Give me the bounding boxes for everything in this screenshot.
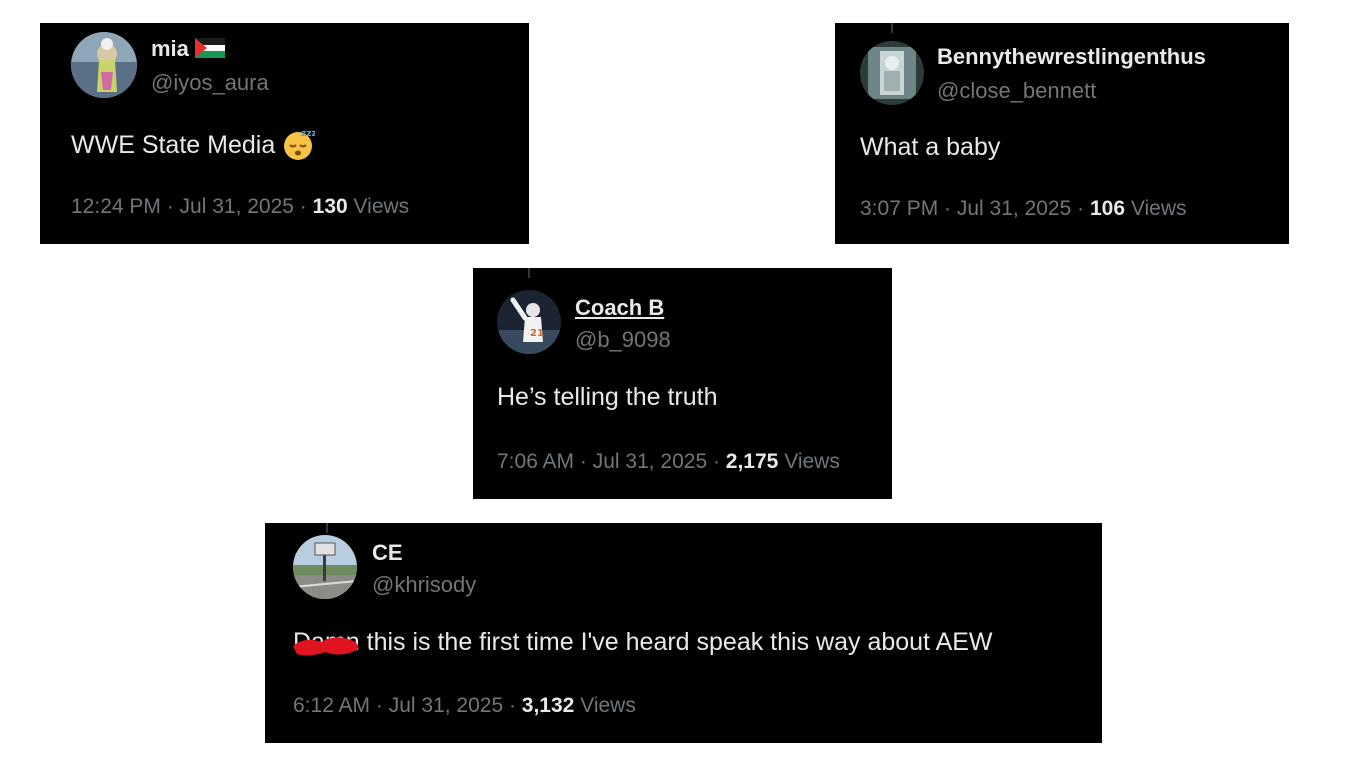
tweet-timestamp[interactable]: 7:06 AM · Jul 31, 2025 · 2,175 Views <box>497 450 840 474</box>
tweet-text: Damn this is the first time I've heard s… <box>293 628 993 657</box>
tweet-text: What a baby <box>860 133 1001 161</box>
tweet-card-benny[interactable]: Bennythewrestlingenthus @close_bennett W… <box>835 23 1289 244</box>
tweet-text: WWE State Media zzz <box>71 127 317 161</box>
user-handle[interactable]: @khrisody <box>372 572 476 598</box>
palestine-flag-icon <box>194 38 225 58</box>
user-handle[interactable]: @iyos_aura <box>151 70 269 96</box>
display-name[interactable]: CE <box>372 540 403 566</box>
avatar[interactable] <box>293 535 357 599</box>
svg-text:zzz: zzz <box>301 129 315 139</box>
tweet-card-mia[interactable]: mia @iyos_aura WWE State Media zzz 12:24 … <box>40 23 529 244</box>
tweet-card-coach-b[interactable]: 21 Coach B @b_9098 He’s telling the trut… <box>473 268 892 499</box>
tweet-card-ce[interactable]: CE @khrisody Damn this is the first time… <box>265 523 1102 743</box>
display-name[interactable]: Bennythewrestlingenthus <box>937 44 1206 70</box>
avatar[interactable] <box>860 41 924 105</box>
tweet-timestamp[interactable]: 3:07 PM · Jul 31, 2025 · 106 Views <box>860 197 1187 221</box>
thread-line <box>891 23 893 33</box>
user-handle[interactable]: @b_9098 <box>575 327 671 353</box>
tweet-text: He’s telling the truth <box>497 383 718 411</box>
avatar[interactable]: 21 <box>497 290 561 354</box>
svg-text:21: 21 <box>530 328 544 339</box>
tweet-timestamp[interactable]: 6:12 AM · Jul 31, 2025 · 3,132 Views <box>293 694 636 718</box>
display-name[interactable]: Coach B <box>575 295 664 321</box>
avatar[interactable] <box>71 32 137 98</box>
sleeping-face-icon: zzz <box>281 127 317 161</box>
redaction-scribble <box>291 632 363 658</box>
display-name[interactable]: mia <box>151 36 225 62</box>
thread-line <box>326 523 328 533</box>
tweet-timestamp[interactable]: 12:24 PM · Jul 31, 2025 · 130 Views <box>71 195 409 219</box>
user-handle[interactable]: @close_bennett <box>937 78 1096 104</box>
thread-line <box>528 268 530 278</box>
